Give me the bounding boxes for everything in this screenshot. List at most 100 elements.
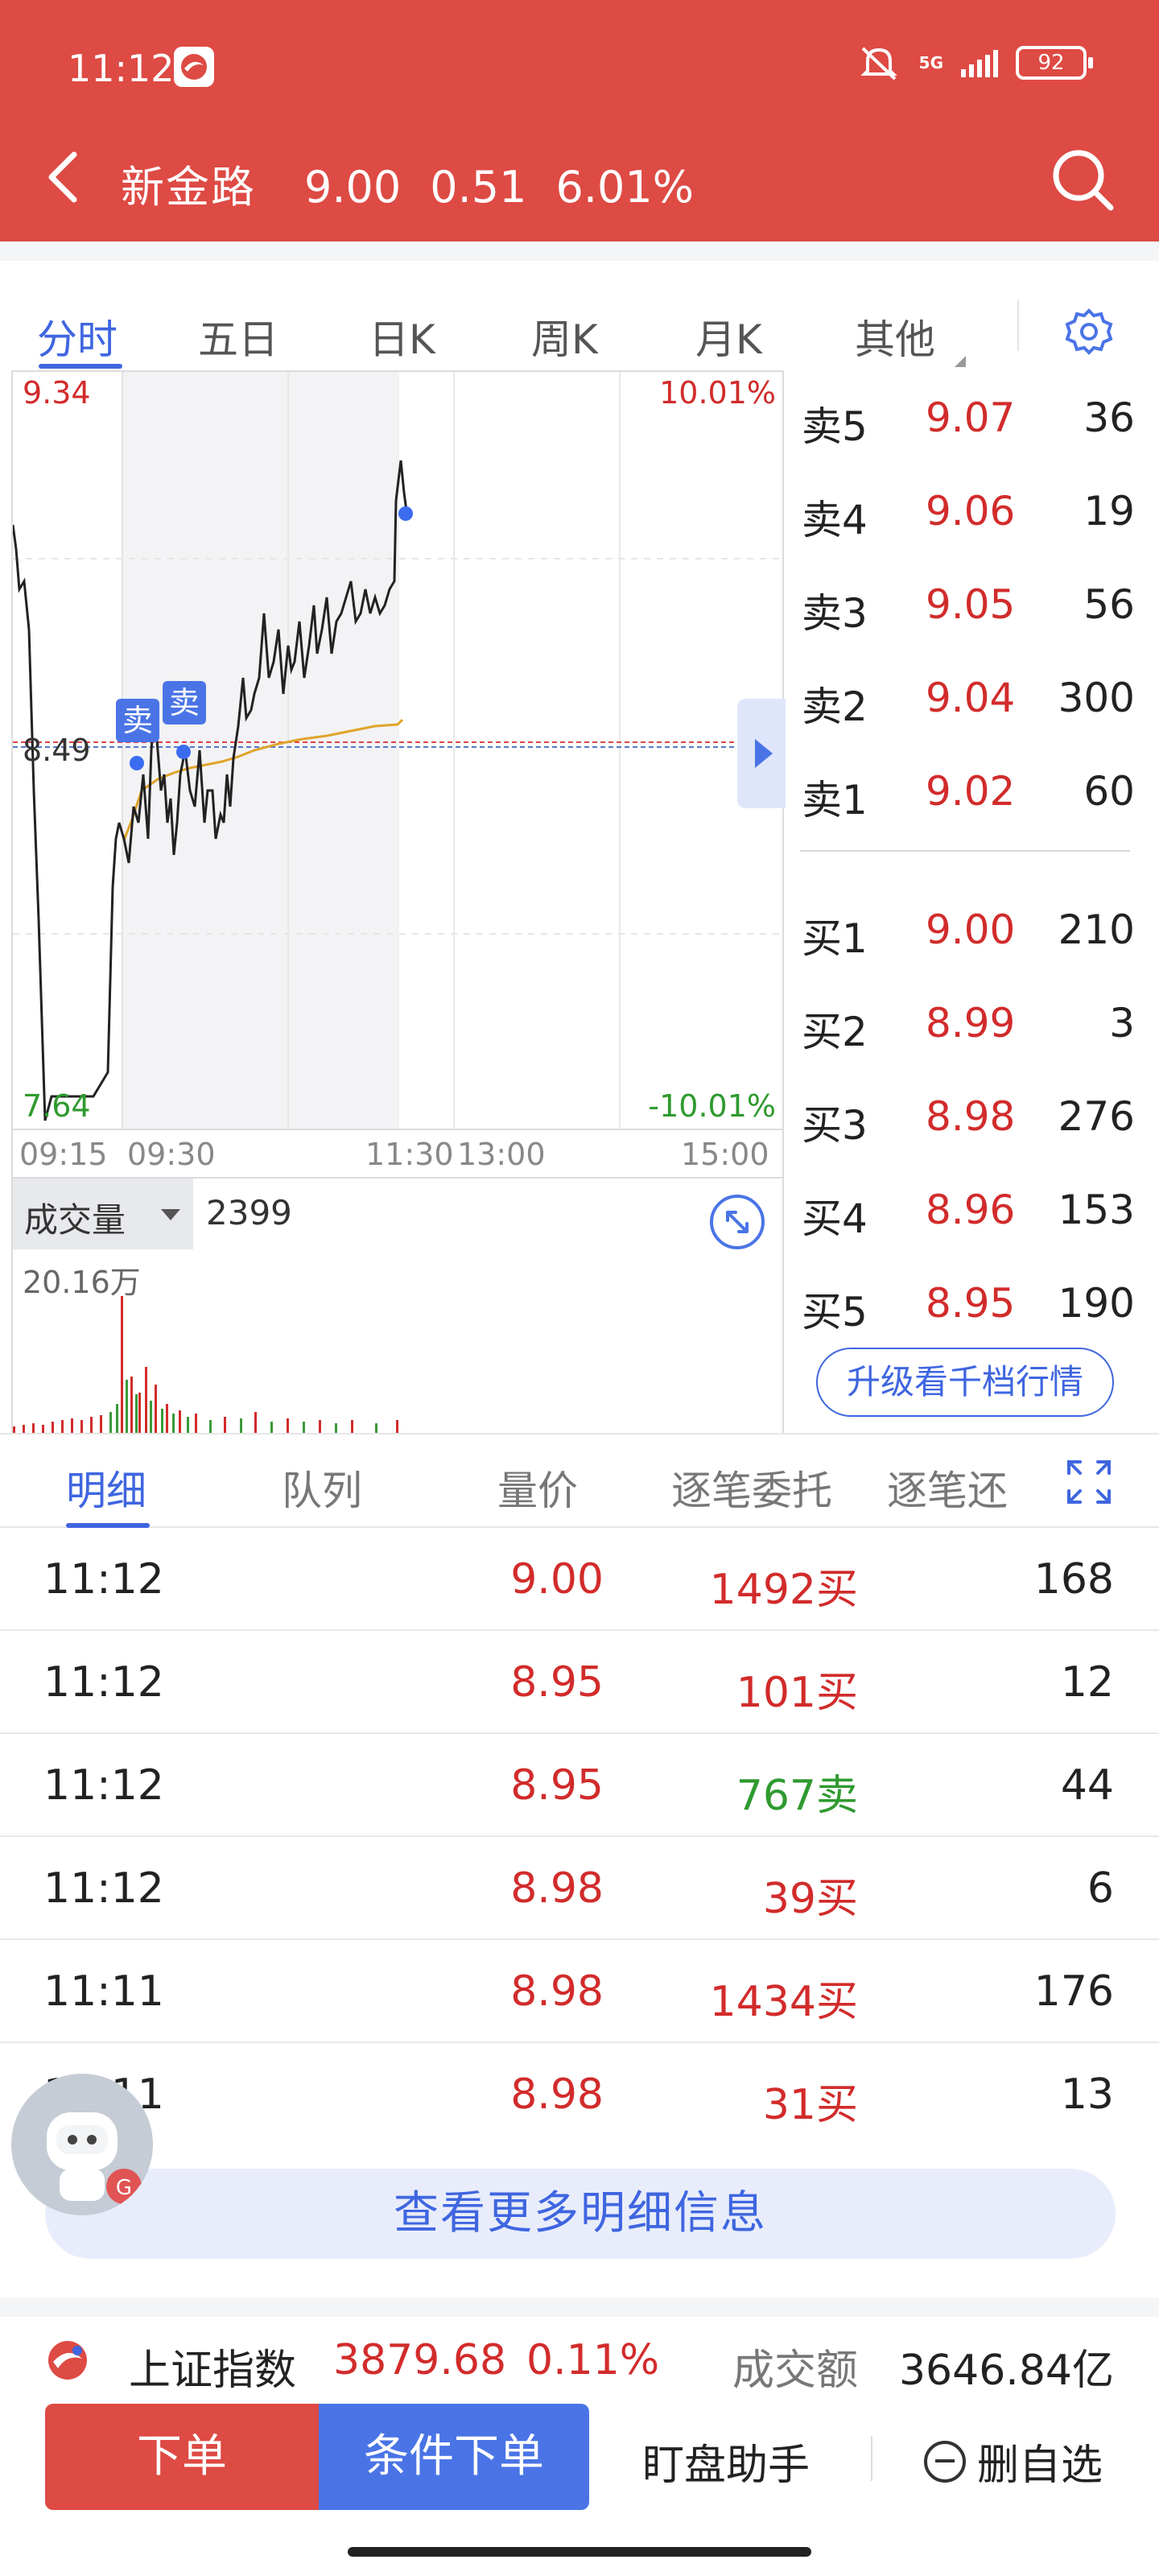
gear-icon[interactable] xyxy=(1061,304,1117,361)
active-tab-indicator xyxy=(39,364,122,369)
tab-five-day[interactable]: 五日 xyxy=(198,308,278,365)
trade-count: 44 xyxy=(1060,1761,1114,1810)
bid-row[interactable]: 买2 8.99 3 xyxy=(797,992,1135,1056)
turnover-label: 成交额 xyxy=(732,2347,859,2395)
bid-row[interactable]: 买5 8.95 190 xyxy=(797,1272,1135,1336)
trade-row[interactable]: 11:11 8.98 31买 13 xyxy=(0,2043,1159,2146)
home-indicator[interactable] xyxy=(348,2547,811,2557)
app-header: 11:12 5G 92 新金路 9.00 0.51 6.01% xyxy=(0,0,1159,242)
caret-icon xyxy=(955,356,966,367)
expand-chart-icon[interactable] xyxy=(737,699,786,808)
bid-row[interactable]: 买1 9.00 210 xyxy=(797,898,1135,963)
bid-label: 买3 xyxy=(802,1102,868,1149)
ask-row[interactable]: 卖3 9.05 56 xyxy=(797,573,1135,638)
ask-price: 9.06 xyxy=(926,488,1016,535)
ask-label: 卖5 xyxy=(802,403,868,450)
conditional-order-button[interactable]: 条件下单 xyxy=(319,2404,589,2510)
market-index-bar[interactable]: 上证指数 3879.68 0.11% 成交额 3646.84亿 xyxy=(0,2297,1159,2396)
chart-max-pct: 10.01% xyxy=(659,375,776,411)
ask-volume: 60 xyxy=(1083,768,1135,815)
tab-monthly-k[interactable]: 月K xyxy=(695,308,762,365)
trade-count: 12 xyxy=(1060,1658,1114,1707)
trade-count: 13 xyxy=(1060,2070,1114,2119)
stock-price: 9.00 xyxy=(304,162,402,213)
trade-price: 9.00 xyxy=(510,1555,604,1604)
remove-watchlist-button[interactable]: 删自选 xyxy=(924,2431,1103,2491)
bid-volume: 190 xyxy=(1058,1280,1135,1327)
tab-details[interactable]: 明细 xyxy=(66,1459,146,1517)
chart-max-price: 9.34 xyxy=(23,375,91,411)
bid-volume: 210 xyxy=(1058,906,1135,953)
ask-label: 卖1 xyxy=(802,777,868,824)
place-order-button[interactable]: 下单 xyxy=(45,2404,319,2510)
stock-summary: 新金路 9.00 0.51 6.01% xyxy=(121,151,694,215)
trade-volume: 1492买 xyxy=(709,1566,858,1614)
ask-row[interactable]: 卖2 9.04 300 xyxy=(797,667,1135,731)
tab-order-by-order[interactable]: 逐笔委托 xyxy=(671,1459,832,1517)
time-label: 11:30 xyxy=(365,1137,454,1172)
trade-price: 8.95 xyxy=(510,1658,604,1707)
back-icon[interactable] xyxy=(39,145,87,209)
tab-tick-by-tick[interactable]: 逐笔还 xyxy=(887,1459,1008,1517)
ask-price: 9.04 xyxy=(926,675,1016,721)
ask-label: 卖3 xyxy=(802,590,868,637)
time-label: 13:00 xyxy=(457,1137,546,1172)
dropdown-caret-icon xyxy=(161,1209,180,1220)
app-notification-icon xyxy=(174,47,214,87)
tab-other[interactable]: 其他 xyxy=(855,308,935,365)
trade-row[interactable]: 11:12 8.95 767卖 44 xyxy=(0,1734,1159,1837)
bottom-action-bar: 下单 条件下单 盯盘助手 删自选 xyxy=(0,2396,1159,2528)
ask-row[interactable]: 卖5 9.07 36 xyxy=(797,386,1135,451)
trade-row[interactable]: 11:12 8.98 39买 6 xyxy=(0,1837,1159,1940)
order-book-divider xyxy=(800,850,1130,852)
trade-marker xyxy=(176,745,191,759)
stock-change: 0.51 xyxy=(430,162,527,213)
network-label: 5G xyxy=(918,53,943,72)
tab-volume-price[interactable]: 量价 xyxy=(497,1459,578,1517)
sell-signal-tag[interactable]: 卖 xyxy=(116,699,159,742)
more-details-button[interactable]: 查看更多明细信息 xyxy=(45,2169,1116,2259)
trade-volume: 31买 xyxy=(762,2081,858,2129)
divider xyxy=(1017,299,1019,351)
stock-change-pct: 6.01% xyxy=(555,162,695,213)
trade-row[interactable]: 11:12 9.00 1492买 168 xyxy=(0,1528,1159,1631)
ask-volume: 19 xyxy=(1083,488,1135,535)
trade-count: 168 xyxy=(1033,1555,1114,1604)
tab-intraday[interactable]: 分时 xyxy=(37,308,118,365)
volume-indicator-label: 成交量 xyxy=(24,1200,126,1240)
ask-row[interactable]: 卖1 9.02 60 xyxy=(797,760,1135,824)
bid-row[interactable]: 买4 8.96 153 xyxy=(797,1179,1135,1243)
time-label: 15:00 xyxy=(681,1137,769,1172)
trade-count: 6 xyxy=(1087,1864,1114,1913)
search-icon[interactable] xyxy=(1046,143,1119,216)
volume-chart[interactable]: 成交量 2399 20.16万 xyxy=(11,1179,784,1433)
status-indicators: 5G 92 xyxy=(856,43,1093,82)
fullscreen-icon[interactable] xyxy=(708,1193,766,1251)
trade-row[interactable]: 11:11 8.98 1434买 176 xyxy=(0,1940,1159,2043)
battery-icon: 92 xyxy=(1016,46,1093,80)
tab-weekly-k[interactable]: 周K xyxy=(531,308,598,365)
trade-time: 11:11 xyxy=(43,1967,164,2016)
assistant-avatar[interactable]: G xyxy=(11,2074,153,2215)
intraday-chart[interactable]: 9.34 10.01% 8.49 7.64 -10.01% 卖 卖 xyxy=(11,370,786,1130)
ask-price: 9.02 xyxy=(926,768,1016,815)
watch-assistant-button[interactable]: 盯盘助手 xyxy=(642,2431,810,2491)
volume-indicator-dropdown[interactable]: 成交量 xyxy=(13,1179,193,1249)
bid-price: 8.95 xyxy=(926,1280,1016,1327)
bid-row[interactable]: 买3 8.98 276 xyxy=(797,1085,1135,1150)
stock-name: 新金路 xyxy=(121,162,256,213)
trade-row[interactable]: 11:12 8.95 101买 12 xyxy=(0,1631,1159,1734)
expand-icon[interactable] xyxy=(1061,1454,1117,1510)
ask-row[interactable]: 卖4 9.06 19 xyxy=(797,480,1135,544)
upgrade-depth-button[interactable]: 升级看千档行情 xyxy=(816,1348,1114,1417)
tab-queue[interactable]: 队列 xyxy=(282,1459,362,1517)
sell-signal-tag[interactable]: 卖 xyxy=(163,681,206,724)
chart-min-pct: -10.01% xyxy=(648,1088,776,1124)
trade-count: 176 xyxy=(1033,1967,1114,2016)
bid-volume: 3 xyxy=(1109,1000,1135,1046)
trade-time: 11:12 xyxy=(43,1658,164,1707)
bid-price: 8.98 xyxy=(926,1093,1016,1140)
trade-time: 11:12 xyxy=(43,1555,164,1604)
chart-min-price: 7.64 xyxy=(23,1088,91,1124)
tab-daily-k[interactable]: 日K xyxy=(369,308,435,365)
